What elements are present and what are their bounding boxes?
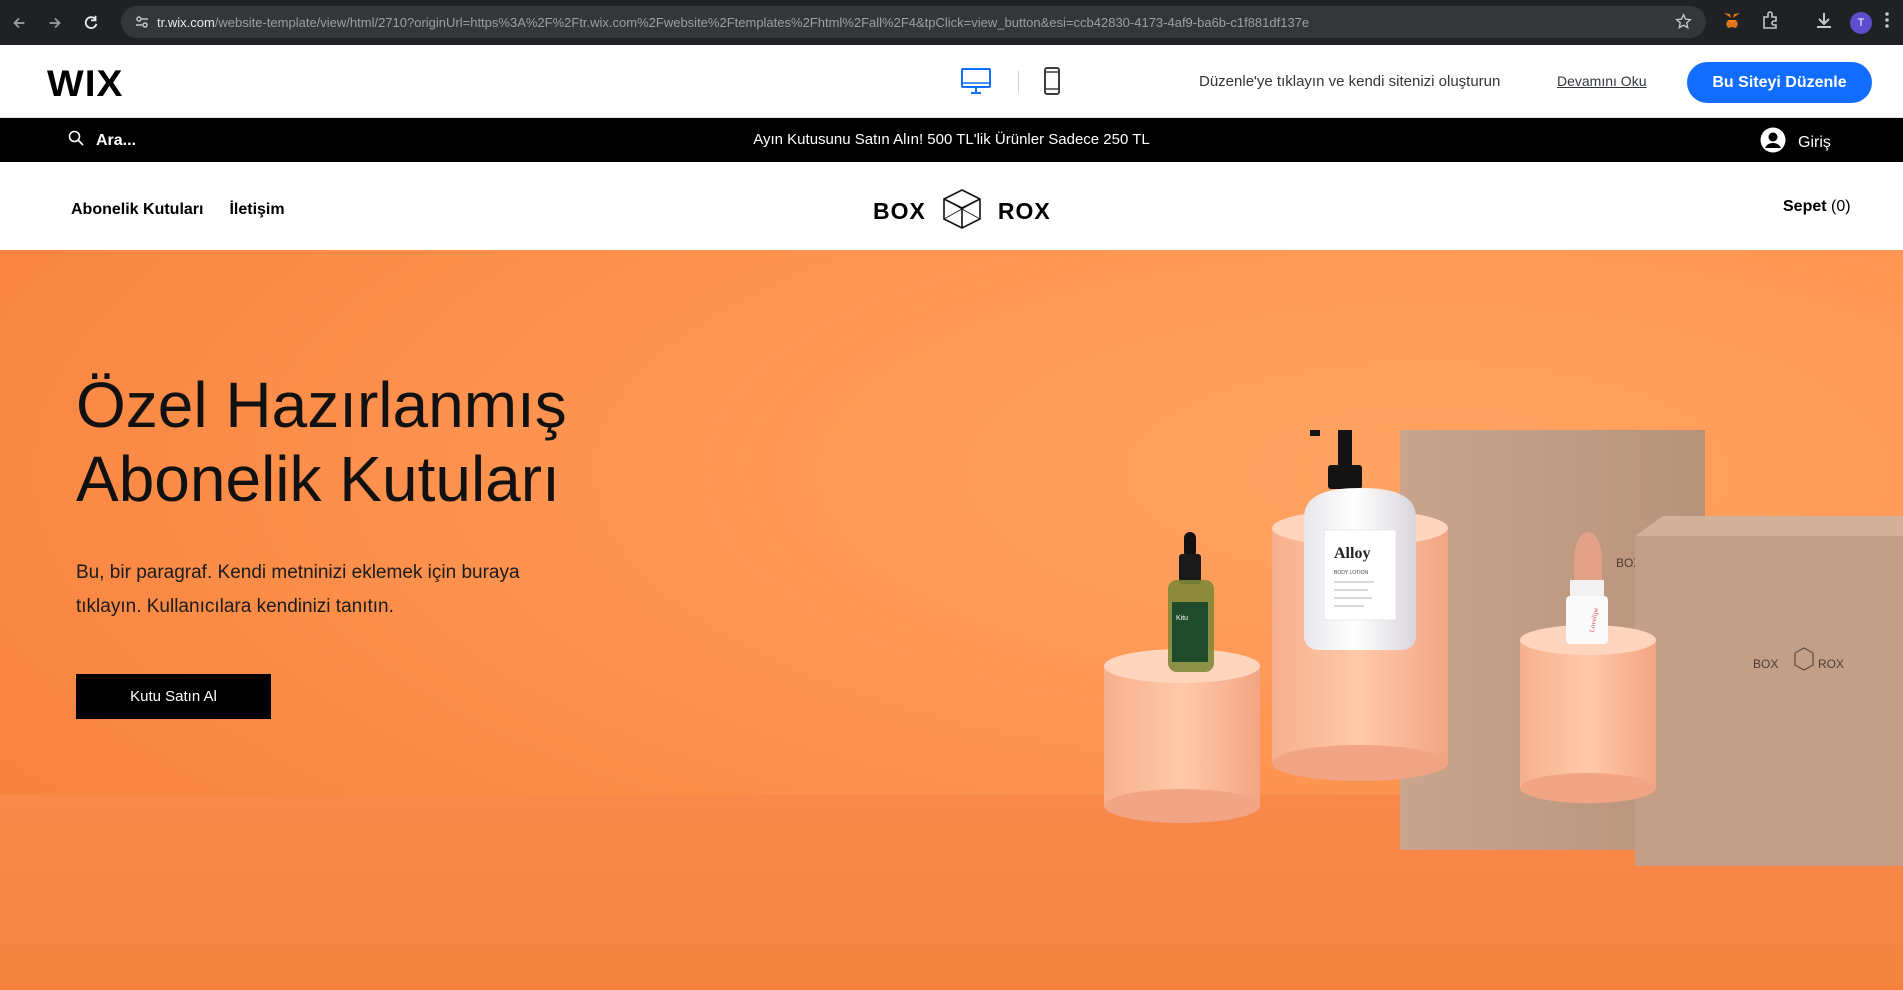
box-front-brand-right: ROX xyxy=(1818,657,1844,671)
login-label: Giriş xyxy=(1798,133,1831,151)
site-settings-icon[interactable] xyxy=(127,14,157,30)
cart-link[interactable]: Sepet (0) xyxy=(1783,198,1851,216)
browser-chrome: tr.wix.com/website-template/view/html/27… xyxy=(0,0,1903,45)
promo-text: Ayın Kutusunu Satın Alın! 500 TL'lik Ürü… xyxy=(753,131,1150,148)
site-header: Abonelik Kutuları İletişim BOX ROX Sepet… xyxy=(0,162,1903,250)
hero-paragraph: Bu, bir paragraf. Kendi metninizi ekleme… xyxy=(76,562,520,617)
box-front: BOX ROX xyxy=(1635,516,1903,866)
serum-brand-label: Kitu xyxy=(1176,615,1188,622)
browser-menu-icon[interactable] xyxy=(1884,10,1890,35)
lotion-brand-label: Alloy xyxy=(1334,545,1370,562)
hero-title: Özel Hazırlanmış Abonelik Kutuları xyxy=(76,368,567,516)
pedestal-short-right xyxy=(1520,625,1656,803)
reload-icon[interactable] xyxy=(74,6,108,40)
box-front-brand-left: BOX xyxy=(1753,657,1778,671)
extensions-icon[interactable] xyxy=(1760,10,1780,35)
hero-product-image: BOX BOX ROX Alloy BODY LOTION Kitu Lovel… xyxy=(1104,430,1903,866)
wix-logo[interactable]: WIX xyxy=(47,63,124,105)
read-more-link[interactable]: Devamını Oku xyxy=(1557,73,1646,89)
hero-section: Özel Hazırlanmış Abonelik Kutuları Bu, b… xyxy=(0,250,1903,990)
bookmark-star-icon[interactable] xyxy=(1675,13,1692,35)
lotion-type-label: BODY LOTION xyxy=(1334,570,1368,576)
announcement-bar: Ara... Ayın Kutusunu Satın Alın! 500 TL'… xyxy=(0,118,1903,162)
back-icon[interactable] xyxy=(2,6,36,40)
serum-bottle: Kitu xyxy=(1168,532,1214,672)
buy-box-button[interactable]: Kutu Satın Al xyxy=(76,674,271,719)
cart-count: (0) xyxy=(1831,198,1851,215)
mobile-view-icon[interactable] xyxy=(1042,66,1062,101)
nav-item-subscription-boxes[interactable]: Abonelik Kutuları xyxy=(71,201,203,219)
address-bar[interactable]: tr.wix.com/website-template/view/html/27… xyxy=(121,6,1706,38)
device-separator xyxy=(1018,71,1019,93)
site-navigation: Abonelik Kutuları İletişim xyxy=(71,201,285,219)
edit-site-button[interactable]: Bu Siteyi Düzenle xyxy=(1687,62,1872,103)
hero-title-line-2: Abonelik Kutuları xyxy=(76,443,560,515)
nav-item-contact[interactable]: İletişim xyxy=(229,201,284,219)
cube-logo-icon xyxy=(942,188,982,235)
edit-prompt-text: Düzenle'ye tıklayın ve kendi sitenizi ol… xyxy=(1199,73,1501,90)
logo-text-left: BOX xyxy=(873,198,926,224)
wix-template-bar: WIX Düzenle'ye tıklayın ve kendi siteniz… xyxy=(0,45,1903,118)
lotion-bottle: Alloy BODY LOTION xyxy=(1304,430,1416,650)
login-button[interactable]: Giriş xyxy=(1760,127,1831,158)
profile-avatar[interactable]: T xyxy=(1850,12,1872,34)
logo-text-right: ROX xyxy=(997,198,1051,224)
forward-icon[interactable] xyxy=(38,6,72,40)
desktop-view-icon[interactable] xyxy=(960,67,992,100)
download-icon[interactable] xyxy=(1814,10,1834,35)
site-logo[interactable]: BOX ROX xyxy=(873,188,1051,235)
cart-label: Sepet xyxy=(1783,198,1827,215)
url-text: tr.wix.com/website-template/view/html/27… xyxy=(157,14,1310,30)
metamask-extension-icon[interactable] xyxy=(1722,10,1742,35)
hero-title-line-1: Özel Hazırlanmış xyxy=(76,369,567,441)
pedestal-short-left xyxy=(1104,649,1260,823)
user-account-icon[interactable] xyxy=(1760,127,1786,158)
